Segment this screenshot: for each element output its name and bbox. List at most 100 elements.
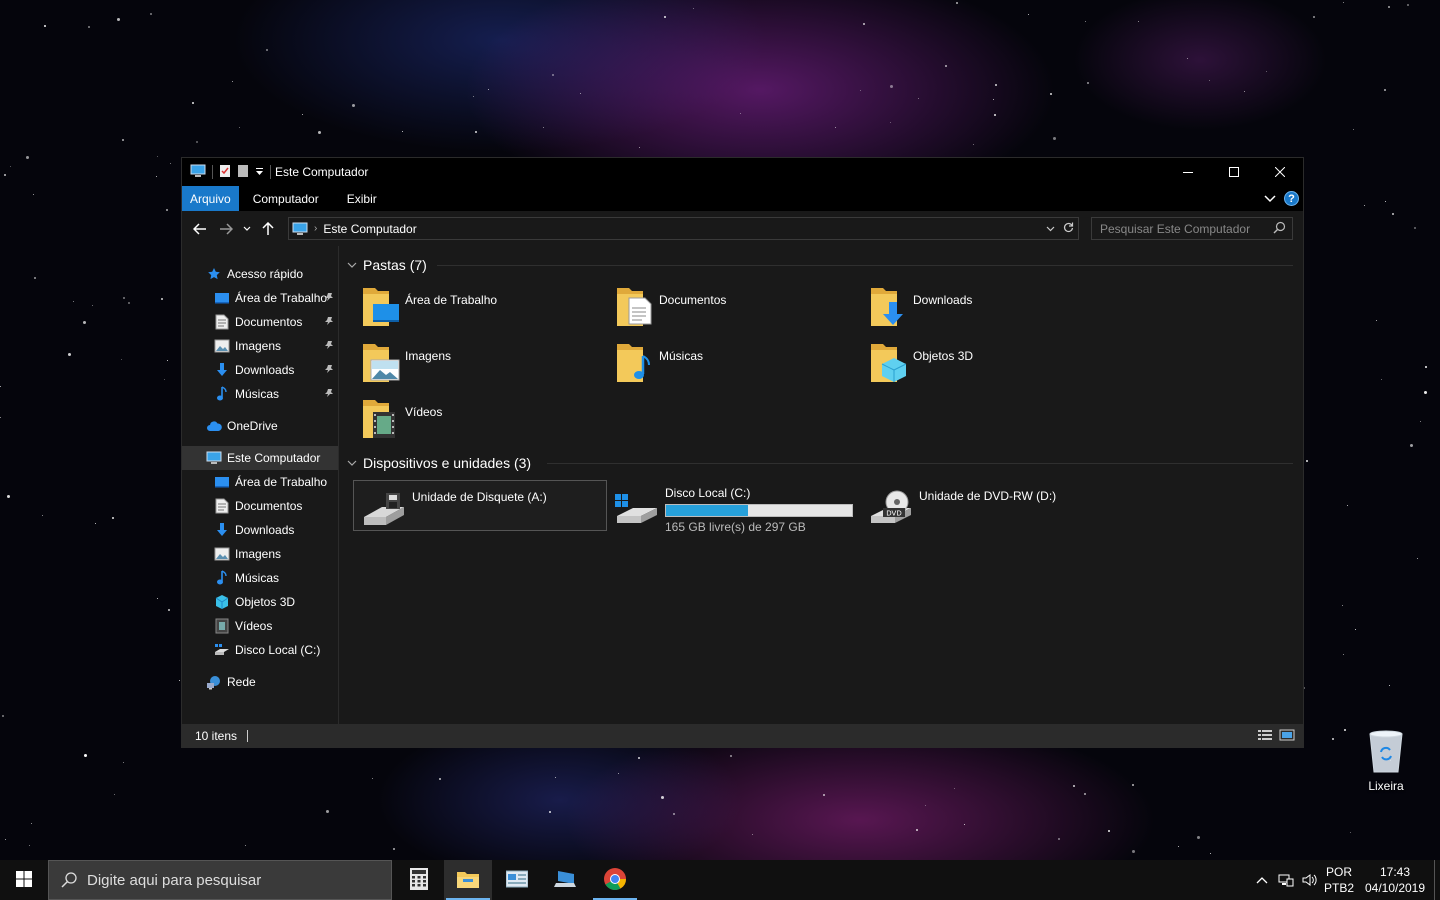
folder-videos[interactable]: Vídeos [359,396,613,440]
taskbar-calculator[interactable] [395,860,443,900]
sidebar-item-musicas[interactable]: Músicas [182,566,338,590]
search-placeholder: Pesquisar Este Computador [1100,221,1251,236]
star [1385,201,1386,202]
recent-locations-button[interactable] [240,217,254,241]
close-button[interactable] [1257,158,1303,186]
device-floppy-a[interactable]: Unidade de Disquete (A:) [353,480,607,531]
refresh-icon[interactable] [1063,222,1074,236]
folder-downloads[interactable]: Downloads [867,284,1121,328]
pin-icon[interactable] [324,339,334,353]
sidebar-item-area-de-trabalho[interactable]: Área de Trabalho [182,470,338,494]
start-button[interactable] [0,860,48,900]
volume-icon[interactable] [1298,860,1322,900]
properties-icon[interactable] [219,164,231,181]
sidebar-item-imagens[interactable]: Imagens [182,334,338,358]
help-button[interactable]: ? [1284,191,1299,206]
network-icon[interactable] [1274,860,1298,900]
back-button[interactable] [188,217,212,241]
tab-arquivo[interactable]: Arquivo [182,186,239,211]
star [1178,846,1179,847]
address-bar[interactable]: › Este Computador [288,217,1079,240]
star [730,755,732,757]
sidebar-item-documentos[interactable]: Documentos [182,310,338,334]
star [170,163,171,164]
pin-icon[interactable] [324,387,334,401]
sidebar-item-documentos[interactable]: Documentos [182,494,338,518]
star [232,81,233,82]
sidebar-item-videos[interactable]: Vídeos [182,614,338,638]
folder-imagens[interactable]: Imagens [359,340,613,384]
star [1420,421,1421,422]
folder-area-de-trabalho[interactable]: Área de Trabalho [359,284,613,328]
sidebar-item-disco-local-c[interactable]: Disco Local (C:) [182,638,338,662]
search-icon[interactable] [1273,221,1286,237]
search-icon [61,872,77,888]
sidebar-item-downloads[interactable]: Downloads [182,358,338,382]
show-desktop-button[interactable] [1434,860,1440,900]
language-code: POR [1325,865,1352,879]
tab-computador[interactable]: Computador [239,186,333,211]
minimize-button[interactable] [1165,158,1211,186]
star [661,796,664,799]
star [352,104,355,107]
folders-group-header[interactable]: Pastas (7) [347,254,1303,276]
sidebar-item-area-de-trabalho[interactable]: Área de Trabalho [182,286,338,310]
expand-ribbon-icon[interactable] [1264,192,1276,206]
details-view-icon[interactable] [1257,728,1273,745]
documents-icon [214,314,230,330]
folder-musicas[interactable]: Músicas [613,340,867,384]
pin-icon[interactable] [324,363,334,377]
taskbar-search-box[interactable]: Digite aqui para pesquisar [48,860,392,900]
sidebar-item-musicas[interactable]: Músicas [182,382,338,406]
sidebar-item-imagens[interactable]: Imagens [182,542,338,566]
breadcrumb-this-pc[interactable]: Este Computador [323,222,416,236]
device-local-disk-c[interactable]: Disco Local (C:) 165 GB livre(s) de 297 … [607,480,861,534]
sidebar-item-network[interactable]: Rede [182,670,338,694]
local-disk-icon [214,642,230,658]
folder-documentos[interactable]: Documentos [613,284,867,328]
recycle-bin-shortcut[interactable]: Lixeira [1360,728,1412,793]
star [161,298,163,300]
clock-time: 17:43 [1379,865,1411,879]
new-folder-icon[interactable] [237,164,249,181]
folder-objetos-3d[interactable]: Objetos 3D [867,340,1121,384]
show-hidden-icons-button[interactable] [1250,860,1274,900]
up-button[interactable] [256,217,280,241]
devices-group-header[interactable]: Dispositivos e unidades (3) [347,452,1303,474]
star [167,360,168,361]
sidebar-item-label: Músicas [235,387,280,401]
breadcrumb-chevron-icon[interactable]: › [314,223,317,234]
search-box[interactable]: Pesquisar Este Computador [1091,217,1293,240]
sidebar-item-objetos-3d[interactable]: Objetos 3D [182,590,338,614]
device-dvd-d[interactable]: DVD Unidade de DVD-RW (D:) [861,480,1115,531]
forward-button[interactable] [214,217,238,241]
taskbar-file-explorer[interactable] [444,860,492,900]
chevron-down-icon[interactable] [255,165,264,179]
pin-icon[interactable] [324,315,334,329]
tab-exibir[interactable]: Exibir [333,186,391,211]
taskbar-chrome[interactable] [591,860,639,900]
pin-icon[interactable] [324,291,334,305]
star [918,98,919,99]
sidebar-item-onedrive[interactable]: OneDrive [182,414,338,438]
maximize-button[interactable] [1211,158,1257,186]
sidebar-item-quick-access[interactable]: Acesso rápido [182,262,338,286]
sidebar-item-downloads[interactable]: Downloads [182,518,338,542]
star [1344,729,1346,731]
collapse-chevron-icon[interactable] [347,260,357,271]
sidebar-item-this-pc[interactable]: Este Computador [182,446,338,470]
taskbar-remote-desktop[interactable] [542,860,590,900]
content-pane[interactable]: Pastas (7) Área de Trabalho Documentos Dow… [339,246,1303,725]
input-language-indicator[interactable]: POR PTB2 [1322,864,1356,896]
address-history-chevron-icon[interactable] [1046,223,1055,235]
star [1313,16,1315,18]
taskbar-control-panel[interactable] [493,860,541,900]
title-bar[interactable]: Este Computador [182,158,1303,186]
navigation-pane[interactable]: Acesso rápido Área de Trabalho Documentos… [182,246,339,725]
sidebar-item-label: Área de Trabalho [235,291,328,305]
collapse-chevron-icon[interactable] [347,458,357,469]
tiles-view-icon[interactable] [1279,728,1295,745]
taskbar-clock[interactable]: 17:43 04/10/2019 [1360,864,1430,896]
star [664,16,666,18]
this-pc-icon [190,164,206,181]
